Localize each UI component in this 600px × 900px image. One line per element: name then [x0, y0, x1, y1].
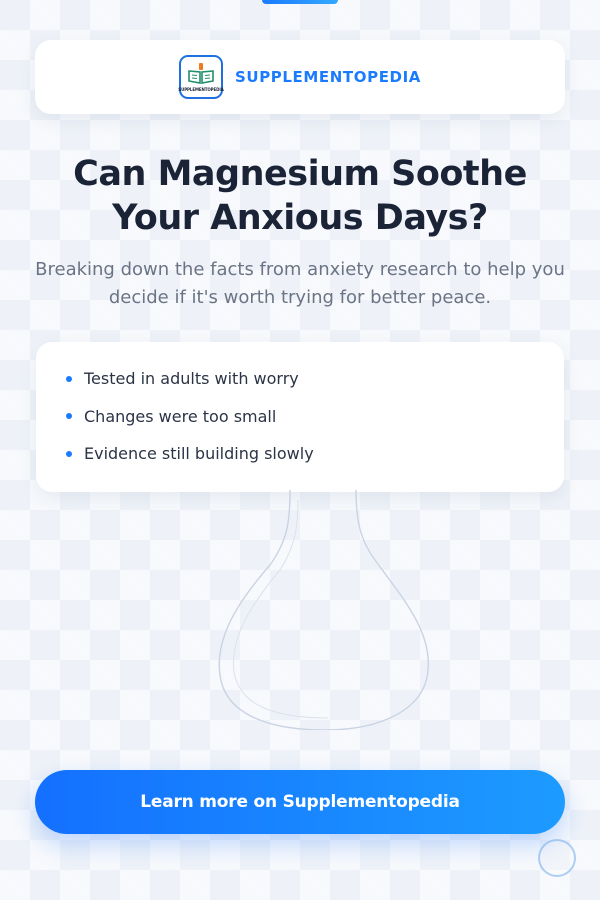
brand-name: SUPPLEMENTOPEDIA [235, 68, 421, 86]
list-item: Tested in adults with worry [66, 366, 564, 391]
open-book-icon [188, 63, 214, 84]
brand-header: SUPPLEMENTOPEDIA SUPPLEMENTOPEDIA [35, 40, 565, 114]
circle-icon[interactable] [538, 839, 576, 877]
list-item-text: Tested in adults with worry [84, 369, 299, 388]
list-item: Changes were too small [66, 404, 564, 429]
bullet-dot-icon [66, 450, 72, 457]
top-accent-bar [262, 0, 338, 4]
page-title: Can Magnesium Soothe Your Anxious Days? [73, 154, 527, 238]
bottle-illustration [218, 490, 429, 730]
key-points-list: Tested in adults with worry Changes were… [66, 366, 564, 466]
list-item: Evidence still building slowly [66, 441, 564, 466]
page-subtitle: Breaking down the facts from anxiety res… [35, 259, 565, 308]
logo-wordmark: SUPPLEMENTOPEDIA [178, 87, 224, 92]
learn-more-button[interactable]: Learn more on Supplementopedia [35, 770, 565, 834]
bullet-dot-icon [66, 413, 72, 419]
list-item-text: Evidence still building slowly [84, 444, 314, 463]
bullet-dot-icon [66, 375, 72, 382]
list-item-text: Changes were too small [84, 406, 277, 426]
brand-logo[interactable]: SUPPLEMENTOPEDIA [178, 55, 224, 99]
key-points-card: Tested in adults with worry Changes were… [36, 342, 564, 492]
